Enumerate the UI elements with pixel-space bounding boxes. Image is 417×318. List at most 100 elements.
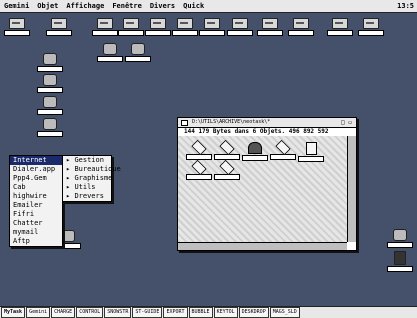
menu-item-chatter[interactable]: Chatter [10, 219, 62, 228]
menu-fenetre[interactable]: Fenêtre [108, 0, 146, 12]
file-item[interactable] [296, 142, 326, 162]
desktop-icon[interactable] [37, 118, 63, 137]
file-item[interactable] [268, 139, 298, 160]
desktop-icon[interactable] [97, 43, 123, 62]
menu-item-fifri[interactable]: Fifri [10, 210, 62, 219]
submenu-item-utils[interactable]: ▸ Utils [63, 183, 111, 192]
file-item-label [186, 154, 212, 160]
window-controls[interactable]: □ ▭ [341, 118, 352, 127]
close-box-icon[interactable] [181, 120, 188, 126]
drive-icon [204, 18, 220, 29]
desktop-icon[interactable] [4, 18, 30, 36]
taskbar-item[interactable]: CHARGE [51, 307, 76, 318]
taskbar-item[interactable]: BUBBLE [188, 307, 213, 318]
file-item-label [242, 155, 268, 161]
taskbar-item[interactable]: ST-GUIDE [132, 307, 163, 318]
program-icon [43, 96, 57, 108]
desktop-icon[interactable] [227, 18, 253, 36]
menu-item-highwire[interactable]: highwire [10, 192, 62, 201]
submenu-label: Drevers [74, 192, 104, 200]
file-item-label [214, 154, 240, 160]
taskbar-item[interactable]: KEYTOL [213, 307, 238, 318]
desktop-icon-label [37, 109, 63, 115]
menu-item-ppp[interactable]: Ppp4.Gem [10, 174, 62, 183]
menu-item-cab[interactable]: Cab [10, 183, 62, 192]
desktop-icon[interactable] [257, 18, 283, 36]
desktop-icon[interactable] [387, 251, 413, 272]
desktop-icon[interactable] [327, 18, 353, 36]
program-icon [43, 118, 57, 130]
folder-icon [191, 159, 207, 176]
submenu-item-bureautique[interactable]: ▸ Bureautique [63, 165, 121, 174]
menu-item-emailer[interactable]: Emailer [10, 201, 62, 210]
desktop-icon[interactable] [118, 18, 144, 36]
desktop-icon-label [4, 30, 30, 36]
desktop-icon[interactable] [37, 74, 63, 93]
window-content [178, 136, 347, 242]
menu-gemini[interactable]: Gemini [0, 0, 33, 12]
desktop-icon-label [172, 30, 198, 36]
program-icon [393, 229, 407, 241]
file-item[interactable] [212, 159, 242, 180]
drive-icon [232, 18, 248, 29]
taskbar-item[interactable]: SNOWSTR [104, 307, 132, 318]
desktop-icon[interactable] [46, 18, 72, 36]
desktop-icon-label [257, 30, 283, 36]
menu-divers[interactable]: Divers [146, 0, 179, 12]
file-item[interactable] [240, 142, 270, 161]
folder-icon [191, 139, 207, 156]
desktop-icon[interactable] [145, 18, 171, 36]
desktop-icon[interactable] [358, 18, 384, 36]
menu-item-dialer[interactable]: Dialer.app [10, 165, 62, 174]
program-icon [248, 142, 262, 154]
menu-objet[interactable]: Objet [33, 0, 62, 12]
taskbar-item[interactable]: DESKDROP [238, 307, 269, 318]
desktop-icon-label [92, 30, 118, 36]
taskbar-item[interactable]: MAGS_SLD [269, 307, 300, 318]
drive-icon [293, 18, 309, 29]
submenu-item-graphisme[interactable]: ▸ Graphisme [63, 174, 113, 183]
taskbar-item[interactable]: EXPORT [163, 307, 188, 318]
desktop-icon-label [97, 56, 123, 62]
desktop-icon[interactable] [288, 18, 314, 36]
submenu-item-gestion[interactable]: ▸ Gestion [63, 156, 111, 165]
horizontal-scrollbar[interactable] [178, 242, 347, 250]
desktop-icon[interactable] [125, 43, 151, 62]
desktop-icon[interactable] [37, 53, 63, 72]
menu-bar: Gemini Objet Affichage Fenêtre Divers Qu… [0, 0, 417, 13]
submenu-label: Graphisme [74, 174, 113, 182]
menu-item-aftp[interactable]: Aftp [10, 237, 62, 246]
file-item[interactable] [212, 139, 242, 160]
menu-item-internet[interactable]: Internet [10, 156, 62, 165]
desktop-icon[interactable] [387, 229, 413, 248]
desktop-icon-label [387, 266, 413, 272]
menu-affichage[interactable]: Affichage [62, 0, 108, 12]
submenu-label: Gestion [74, 156, 104, 164]
file-item[interactable] [184, 139, 214, 160]
desktop-icon[interactable] [37, 96, 63, 115]
category-submenu: ▸ Gestion ▸ Bureautique ▸ Graphisme ▸ Ut… [62, 155, 121, 202]
vertical-scrollbar[interactable] [347, 136, 356, 242]
menu-quick[interactable]: Quick [179, 0, 208, 12]
submenu-item-drevers[interactable]: ▸ Drevers [63, 192, 111, 201]
file-item-label [270, 154, 296, 160]
window-title-bar[interactable]: D:\UTILS\ARCHIVE\neotask\* □ ▭ [178, 118, 356, 128]
desktop-icon-label [327, 30, 353, 36]
program-icon [61, 230, 75, 242]
drive-icon [97, 18, 113, 29]
taskbar-start-button[interactable]: MyTask [1, 307, 26, 318]
file-item-label [186, 174, 212, 180]
drive-icon [51, 18, 67, 29]
taskbar-item[interactable]: CONTROL [76, 307, 104, 318]
file-window: D:\UTILS\ARCHIVE\neotask\* □ ▭ 144 179 B… [177, 117, 357, 251]
drive-icon [123, 18, 139, 29]
desktop-icon-label [199, 30, 225, 36]
desktop-icon[interactable] [172, 18, 198, 36]
menu-item-mymail[interactable]: mymail [10, 228, 62, 237]
document-icon [305, 142, 317, 155]
desktop-icon[interactable] [92, 18, 118, 36]
file-item[interactable] [184, 159, 214, 180]
desktop-icon-label [46, 30, 72, 36]
taskbar-item[interactable]: Gemini [26, 307, 51, 318]
desktop-icon[interactable] [199, 18, 225, 36]
